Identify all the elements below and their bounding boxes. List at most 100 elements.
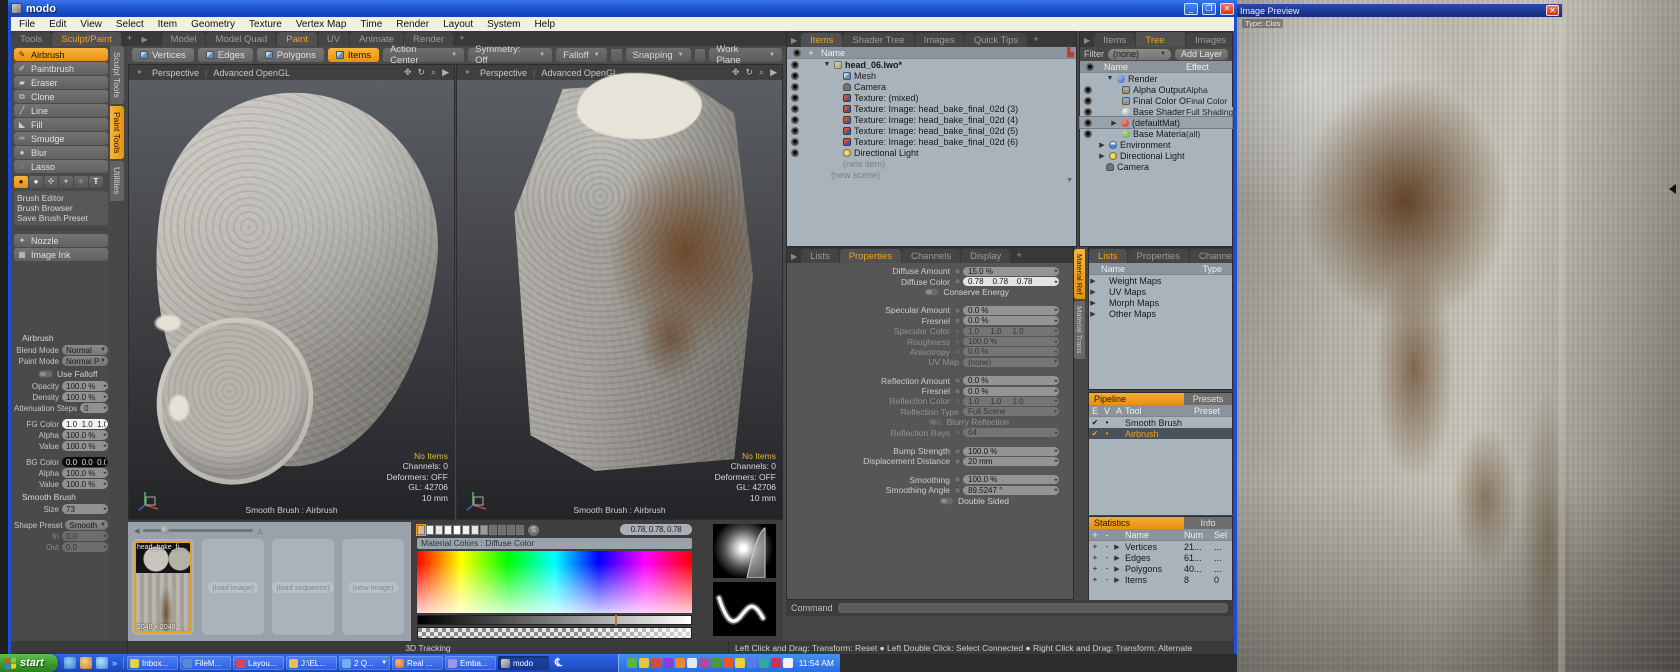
expand-icon[interactable]: ▶ (1089, 288, 1097, 296)
channel-icon[interactable] (954, 487, 961, 494)
shader-row-render[interactable]: ▼Render (1080, 73, 1232, 84)
color-swatch[interactable] (489, 525, 497, 535)
clip-slider[interactable] (143, 529, 253, 532)
browser-icon[interactable] (96, 657, 108, 669)
reflection-amount-field[interactable]: 0.0 %◂▸ (963, 376, 1059, 385)
eye-icon[interactable] (1084, 119, 1092, 127)
color-swatch[interactable] (507, 525, 515, 535)
viewport-left[interactable]: ▸ Perspective | Advanced OpenGL ✥ ↻ ⌕ ▶ … (128, 64, 455, 520)
tab-lists[interactable]: Lists (1089, 249, 1127, 263)
stat-row-polygons[interactable]: +-▶Polygons40...... (1089, 563, 1232, 574)
work-plane-dropdown[interactable]: Work Plane▼ (709, 48, 782, 62)
shader-row-directional-light[interactable]: ▶Directional Light (1080, 150, 1232, 161)
filter-dropdown[interactable]: (none)▼ (1108, 49, 1171, 60)
channel-icon[interactable] (954, 458, 961, 465)
tab-display[interactable]: Display (961, 249, 1010, 263)
color-swatch[interactable] (480, 525, 488, 535)
tab-utilities[interactable]: Utilities (110, 161, 124, 200)
brush-editor-link[interactable]: Brush Editor (17, 193, 105, 203)
item-row-texture-3[interactable]: Texture: Image: head_bake_final_02d (3) (787, 103, 1076, 114)
menu-texture[interactable]: Texture (249, 19, 282, 30)
specular-color-field[interactable]: 1.0 1.0 1.0◂▸ (963, 327, 1059, 336)
menu-system[interactable]: System (487, 19, 520, 30)
stepper-icon[interactable]: ◂▸ (1054, 307, 1057, 313)
taskbar-button-embarcadero[interactable]: Emba... (445, 656, 496, 670)
statistics-title[interactable]: Statistics (1089, 517, 1184, 529)
color-value-field[interactable]: 0.78, 0.78, 0.78 (620, 524, 692, 535)
tab-sculpt-tools[interactable]: Sculpt Tools (110, 46, 124, 104)
value-gradient-strip[interactable] (417, 615, 692, 625)
new-scene-row[interactable]: (new scene) (787, 169, 1076, 180)
viewport-right[interactable]: ▸ Perspective | Advanced OpenGL ✥ ↻ ⌕ ▶ … (456, 64, 783, 520)
save-brush-preset-link[interactable]: Save Brush Preset (17, 213, 105, 223)
value-marker[interactable] (615, 615, 617, 625)
tab-material-trans[interactable]: Material Trans (1074, 301, 1085, 359)
brush-browser-link[interactable]: Brush Browser (17, 203, 105, 213)
taskbar-button-filemaker[interactable]: FileM... (180, 656, 231, 670)
expand-icon[interactable]: ▶ (1098, 152, 1106, 160)
reflection-type-dropdown[interactable]: Full Scene▼ (963, 407, 1059, 416)
info-button[interactable]: Info (1184, 517, 1232, 529)
expand-icon[interactable]: ▶ (1113, 554, 1121, 562)
tab-items[interactable]: Items (1094, 33, 1135, 47)
fg-value-field[interactable]: 100.0 %◂▸ (62, 441, 108, 451)
pipeline-row-airbrush[interactable]: ✔ • Airbrush (1089, 428, 1232, 439)
eye-icon[interactable] (1084, 86, 1092, 94)
image-preview-titlebar[interactable]: Image Preview ✕ (1237, 4, 1562, 17)
blend-mode-dropdown[interactable]: Normal▼ (62, 345, 108, 355)
smoothing-field[interactable]: 100.0 %◂▸ (963, 475, 1059, 484)
panel-arrow-icon[interactable]: ▶ (1080, 36, 1094, 47)
load-image-button[interactable]: (load image) (202, 539, 264, 635)
pan-icon[interactable]: ✥ (732, 67, 740, 78)
brush-tip-shape-button[interactable]: ✧ (74, 176, 88, 188)
uv-map-dropdown[interactable]: (none)▼ (963, 358, 1059, 367)
tray-icon[interactable] (699, 658, 709, 668)
tab-model[interactable]: Model (162, 32, 206, 46)
diffuse-color-field[interactable]: 0.78 0.78 0.78◂▸ (963, 277, 1059, 286)
tab-items[interactable]: Items (801, 33, 842, 47)
menu-time[interactable]: Time (360, 19, 382, 30)
tray-icon[interactable] (759, 658, 769, 668)
new-item-row[interactable]: (new item) (787, 158, 1076, 169)
tab-material-ref[interactable]: Material Ref (1074, 249, 1085, 299)
plus-icon[interactable]: + (1089, 575, 1101, 584)
bg-color-field[interactable]: 0.0 0.0 0.0 (62, 457, 108, 467)
visible-dot-icon[interactable]: • (1101, 429, 1113, 438)
add-layer-button[interactable]: Add Layer (1175, 49, 1228, 60)
reflection-color-field[interactable]: 1.0 1.0 1.0◂▸ (963, 397, 1059, 406)
presets-button[interactable]: Presets (1184, 393, 1232, 405)
stepper-icon[interactable]: ◂▸ (1054, 458, 1057, 464)
scroll-left-icon[interactable] (1669, 184, 1676, 194)
item-row-mesh[interactable]: Mesh (787, 70, 1076, 81)
stepper-icon[interactable]: ◂▸ (103, 405, 106, 411)
polygons-mode-button[interactable]: Polygons (257, 48, 324, 62)
bump-strength-field[interactable]: 100.0 %◂▸ (963, 447, 1059, 456)
blurry-reflection-checkbox[interactable] (928, 418, 943, 426)
stepper-icon[interactable]: ◂▸ (103, 432, 106, 438)
item-row-camera[interactable]: Camera (787, 81, 1076, 92)
tab-paint[interactable]: Paint (277, 32, 317, 46)
airbrush-section-header[interactable]: Airbrush (14, 333, 108, 343)
add-panel-tab-button[interactable]: + (1011, 248, 1027, 263)
channel-icon[interactable] (954, 278, 961, 285)
stepper-icon[interactable]: ◂▸ (1054, 378, 1057, 384)
double-sided-checkbox[interactable] (939, 497, 954, 505)
menu-edit[interactable]: Edit (49, 19, 66, 30)
color-swatch[interactable] (426, 525, 434, 535)
color-swatch[interactable] (435, 525, 443, 535)
stepper-icon[interactable]: ◂▸ (1054, 279, 1057, 285)
taskbar-button-group[interactable]: 2 Q...▼ (339, 656, 390, 670)
zoom-icon[interactable]: ⌕ (759, 67, 764, 78)
pipeline-row-smooth-brush[interactable]: ✔ • Smooth Brush (1089, 417, 1232, 428)
conserve-energy-checkbox[interactable] (924, 288, 939, 296)
shader-row-camera[interactable]: Camera (1080, 161, 1232, 172)
expand-icon[interactable]: ▶ (1089, 299, 1097, 307)
plus-icon[interactable]: + (1089, 542, 1101, 551)
rotate-icon[interactable]: ↻ (417, 67, 425, 78)
channel-icon[interactable] (954, 476, 961, 483)
eye-icon[interactable] (791, 149, 799, 157)
eye-icon[interactable] (1084, 130, 1092, 138)
channel-icon[interactable] (954, 448, 961, 455)
smooth-brush-section-header[interactable]: Smooth Brush (14, 492, 108, 502)
menu-vertex-map[interactable]: Vertex Map (296, 19, 347, 30)
